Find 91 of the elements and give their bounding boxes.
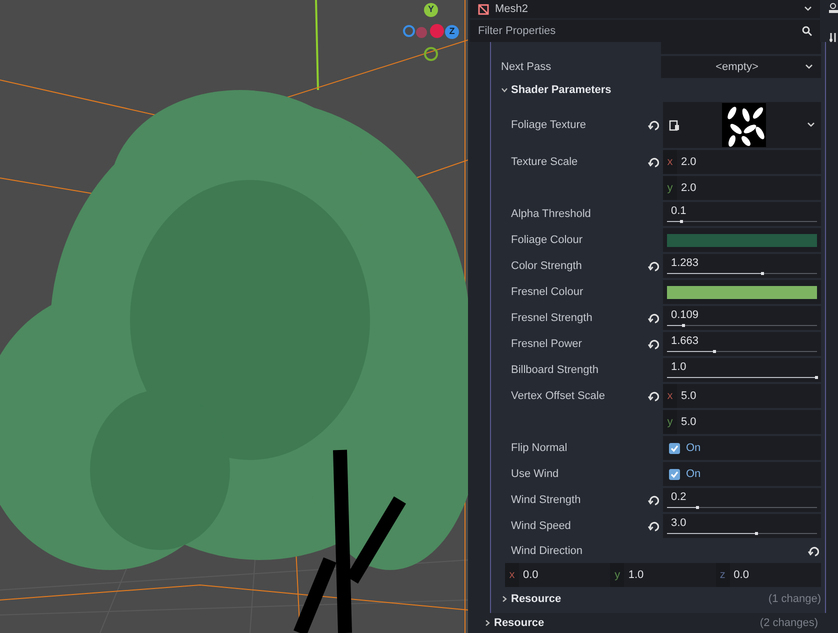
property-label: Color Strength [511,258,583,274]
field-value: 3.0 [670,516,688,530]
revert-icon[interactable] [648,520,659,532]
mesh-node-icon [478,4,489,14]
section-header[interactable]: Resource (1 change) [501,589,823,609]
field-value: 1.0 [627,568,644,583]
slider-handle[interactable] [815,376,818,379]
slider-field[interactable]: 0.2 [663,488,821,512]
field-value: 0.0 [732,568,749,583]
property-label: Texture Scale [511,154,579,170]
property-label: Foliage Texture [511,118,588,133]
slider-handle[interactable] [696,506,700,509]
revert-icon[interactable] [648,120,659,130]
section-header[interactable]: Shader Parameters [501,79,823,101]
caret-icon [807,122,815,128]
revert-icon[interactable] [648,312,659,324]
slider-handle[interactable] [761,272,764,275]
property-label: Flip Normal [511,440,568,456]
revert-icon[interactable] [808,546,819,556]
axis-label: z [716,563,730,587]
axis-label: x [663,150,677,174]
axis-label: y [663,410,677,434]
next-pass-dropdown[interactable]: <empty> [661,56,821,78]
revert-icon[interactable] [648,494,659,506]
checkbox-label: On [686,466,701,482]
vector-component-field[interactable]: x 0.0 [505,563,610,587]
section-header[interactable]: Resource (2 changes) [484,613,818,633]
vector-component-field[interactable]: x 2.0 [663,150,821,174]
caret-icon [805,64,813,70]
slider-handle[interactable] [755,532,758,535]
field-value: 0.2 [670,490,688,504]
vector-component-field[interactable]: y 2.0 [663,176,821,200]
revert-icon[interactable] [648,156,659,168]
revert-icon[interactable] [648,390,659,402]
caret-icon [804,6,812,12]
vector-component-field[interactable]: z 0.0 [716,563,821,587]
axis-label: x [663,384,677,408]
axis-label: y [610,563,624,587]
slider-field[interactable]: 1.663 [663,332,821,356]
field-value: 0.1 [670,204,688,218]
property-label: Fresnel Power [511,336,583,352]
property-label: Use Wind [511,466,560,482]
slider-handle[interactable] [682,324,684,327]
axis-label: y [663,176,677,200]
property-label: Wind Strength [511,492,582,508]
leaf-texture-thumbnail [722,103,766,147]
field-value: 0.0 [522,568,538,583]
vector-component-field[interactable]: y 5.0 [663,410,821,434]
color-swatch[interactable] [667,234,817,246]
node-selector[interactable]: Mesh2 [470,0,820,18]
slider-handle[interactable] [680,220,683,223]
property-label: Wind Direction [511,544,584,559]
gizmo-neg-z-handle[interactable] [403,25,415,37]
slider-field[interactable]: 1.283 [663,254,821,278]
doc-icon[interactable] [828,3,838,14]
revert-icon[interactable] [648,260,659,272]
field-value: 1.663 [670,334,700,348]
property-label: Vertex Offset Scale [511,388,606,404]
axis-label: x [505,563,519,587]
property-label: Wind Speed [511,518,572,534]
field-value: 1.283 [670,256,700,270]
slider-field[interactable]: 0.109 [663,306,821,330]
revert-icon[interactable] [648,338,659,350]
sort-icon[interactable] [828,32,838,43]
slider-field[interactable]: 3.0 [663,514,821,538]
filter-field[interactable]: Filter Properties [470,20,820,42]
vector-component-field[interactable]: x 5.0 [663,384,821,408]
field-value: 0.109 [670,308,700,322]
property-label: Alpha Threshold [511,206,592,222]
property-label: Fresnel Colour [511,284,584,300]
texture-picker[interactable] [663,102,821,148]
checkbox-label: On [686,440,701,456]
checkbox[interactable] [669,468,680,480]
slider-handle[interactable] [713,350,716,353]
property-label: Foliage Colour [511,232,584,248]
field-value: 5.0 [680,388,696,404]
field-value: 2.0 [680,180,696,196]
slider-field[interactable]: 0.1 [663,202,821,226]
search-icon [802,26,812,36]
slider-field[interactable]: 1.0 [663,358,821,382]
gizmo-neg-y-handle[interactable] [424,47,438,61]
property-label: Fresnel Strength [511,310,594,326]
property-label: Next Pass [501,60,552,75]
color-swatch[interactable] [667,286,817,298]
field-value: 1.0 [670,360,688,374]
vector-component-field[interactable]: y 1.0 [610,563,716,587]
field-value: 5.0 [680,414,696,430]
field-value: 2.0 [680,154,696,170]
texture-resource-icon [669,120,680,130]
property-label: Billboard Strength [511,362,600,378]
checkbox[interactable] [669,442,680,454]
